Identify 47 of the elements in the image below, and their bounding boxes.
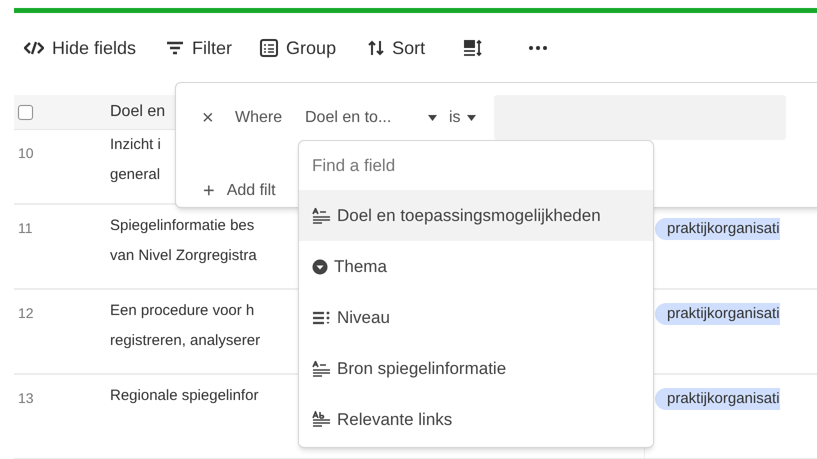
where-label: Where (235, 108, 284, 128)
code-icon (24, 40, 44, 56)
operator-dropdown[interactable]: is (449, 106, 494, 130)
field-menu-item[interactable]: Thema (299, 241, 653, 292)
table-cell-text: Regionale spiegelinfor (110, 386, 258, 406)
table-cell-text: general (110, 165, 160, 185)
tag: praktijkorganisati (655, 303, 780, 325)
column-header[interactable]: Doel en (110, 100, 166, 124)
remove-filter-button[interactable]: × (202, 102, 235, 132)
text-lines-icon (312, 360, 331, 376)
table-cell-text: registreren, analyserer (110, 331, 260, 351)
grid-list-icon (260, 39, 278, 57)
filter-icon (166, 41, 184, 55)
tag: praktijkorganisati (655, 218, 780, 240)
field-dropdown[interactable]: Doel en to... (305, 106, 437, 130)
table-cell-text: Inzicht i (110, 135, 161, 155)
row-height-icon (463, 39, 484, 57)
row-number: 13 (18, 390, 34, 406)
filter-button[interactable]: Filter (166, 34, 232, 62)
table-cell-text: van Nivel Zorgregistra (110, 246, 257, 266)
field-menu-item[interactable]: Relevante links (299, 394, 653, 445)
height-button[interactable] (463, 39, 484, 57)
sort-button[interactable]: Sort (368, 34, 426, 62)
field-menu-item[interactable]: Bron spiegelinformatie (299, 343, 653, 394)
row-number: 12 (18, 305, 34, 321)
tag: praktijkorganisati (655, 388, 780, 410)
row-number: 11 (18, 220, 33, 236)
group-button[interactable]: Group (260, 34, 336, 62)
rich-text-icon (312, 411, 331, 428)
list-icon (312, 310, 331, 326)
text-lines-icon (312, 208, 331, 224)
field-menu-item[interactable]: Doel en toepassingsmogelijkheden (299, 190, 653, 241)
caret-icon (428, 114, 437, 120)
find-field-input[interactable]: Find a field (299, 141, 653, 190)
add-filter-button[interactable]: + Add filt (203, 176, 276, 206)
more-icon (529, 46, 548, 50)
caret-circle-icon (312, 258, 328, 274)
sort-icon (368, 40, 384, 56)
select-all-checkbox[interactable] (18, 104, 33, 120)
caret-icon (466, 114, 476, 120)
table-cell-text: Spiegelinformatie bes (110, 216, 254, 236)
filter-value-field[interactable] (494, 95, 786, 140)
more-button[interactable] (529, 46, 548, 50)
table-cell-text: Een procedure voor h (110, 301, 254, 321)
row-number: 10 (18, 145, 34, 161)
field-menu-item[interactable]: Niveau (299, 292, 653, 343)
hide-fields-button[interactable]: Hide fields (24, 34, 136, 62)
